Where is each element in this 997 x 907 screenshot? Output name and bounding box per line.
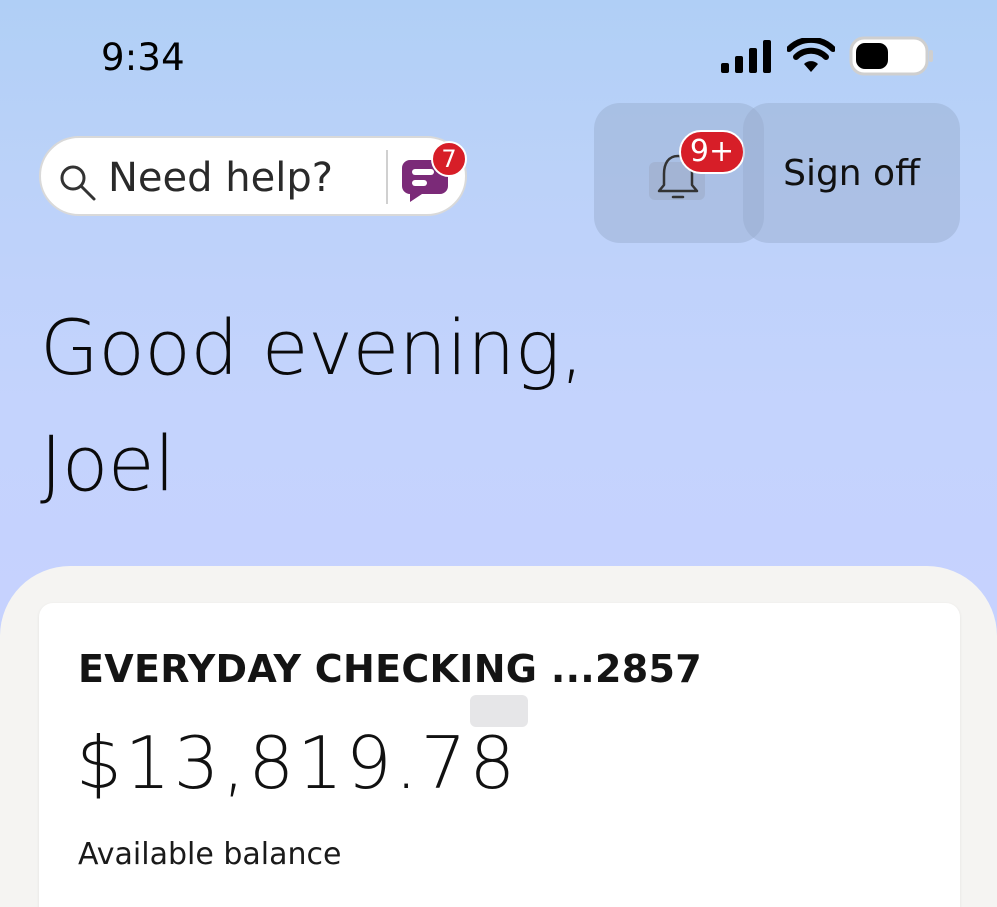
balance-label: Available balance	[78, 837, 342, 872]
notifications-badge: 9+	[679, 130, 745, 174]
notifications-button[interactable]: 9+	[594, 103, 764, 243]
account-balance: $13,819.78	[76, 721, 519, 805]
account-title: EVERYDAY CHECKING ...2857	[78, 647, 702, 691]
account-card[interactable]: EVERYDAY CHECKING ...2857 $13,819.78 Ava…	[39, 603, 960, 907]
help-search-bar[interactable]: Need help? 7	[39, 136, 467, 216]
sign-off-button[interactable]: Sign off	[743, 103, 960, 243]
user-name: Joel	[40, 419, 175, 508]
help-search-placeholder: Need help?	[108, 155, 333, 201]
battery-icon	[849, 36, 933, 76]
help-divider	[386, 150, 388, 204]
wifi-icon	[787, 38, 835, 72]
status-time: 9:34	[101, 36, 185, 79]
greeting: Good evening, Joel	[40, 290, 584, 522]
sign-off-label: Sign off	[783, 152, 920, 194]
status-icons	[721, 34, 935, 78]
chat-badge: 7	[431, 141, 467, 177]
search-icon	[60, 165, 96, 201]
cellular-signal-icon	[721, 40, 771, 73]
greeting-line: Good evening,	[40, 303, 584, 392]
